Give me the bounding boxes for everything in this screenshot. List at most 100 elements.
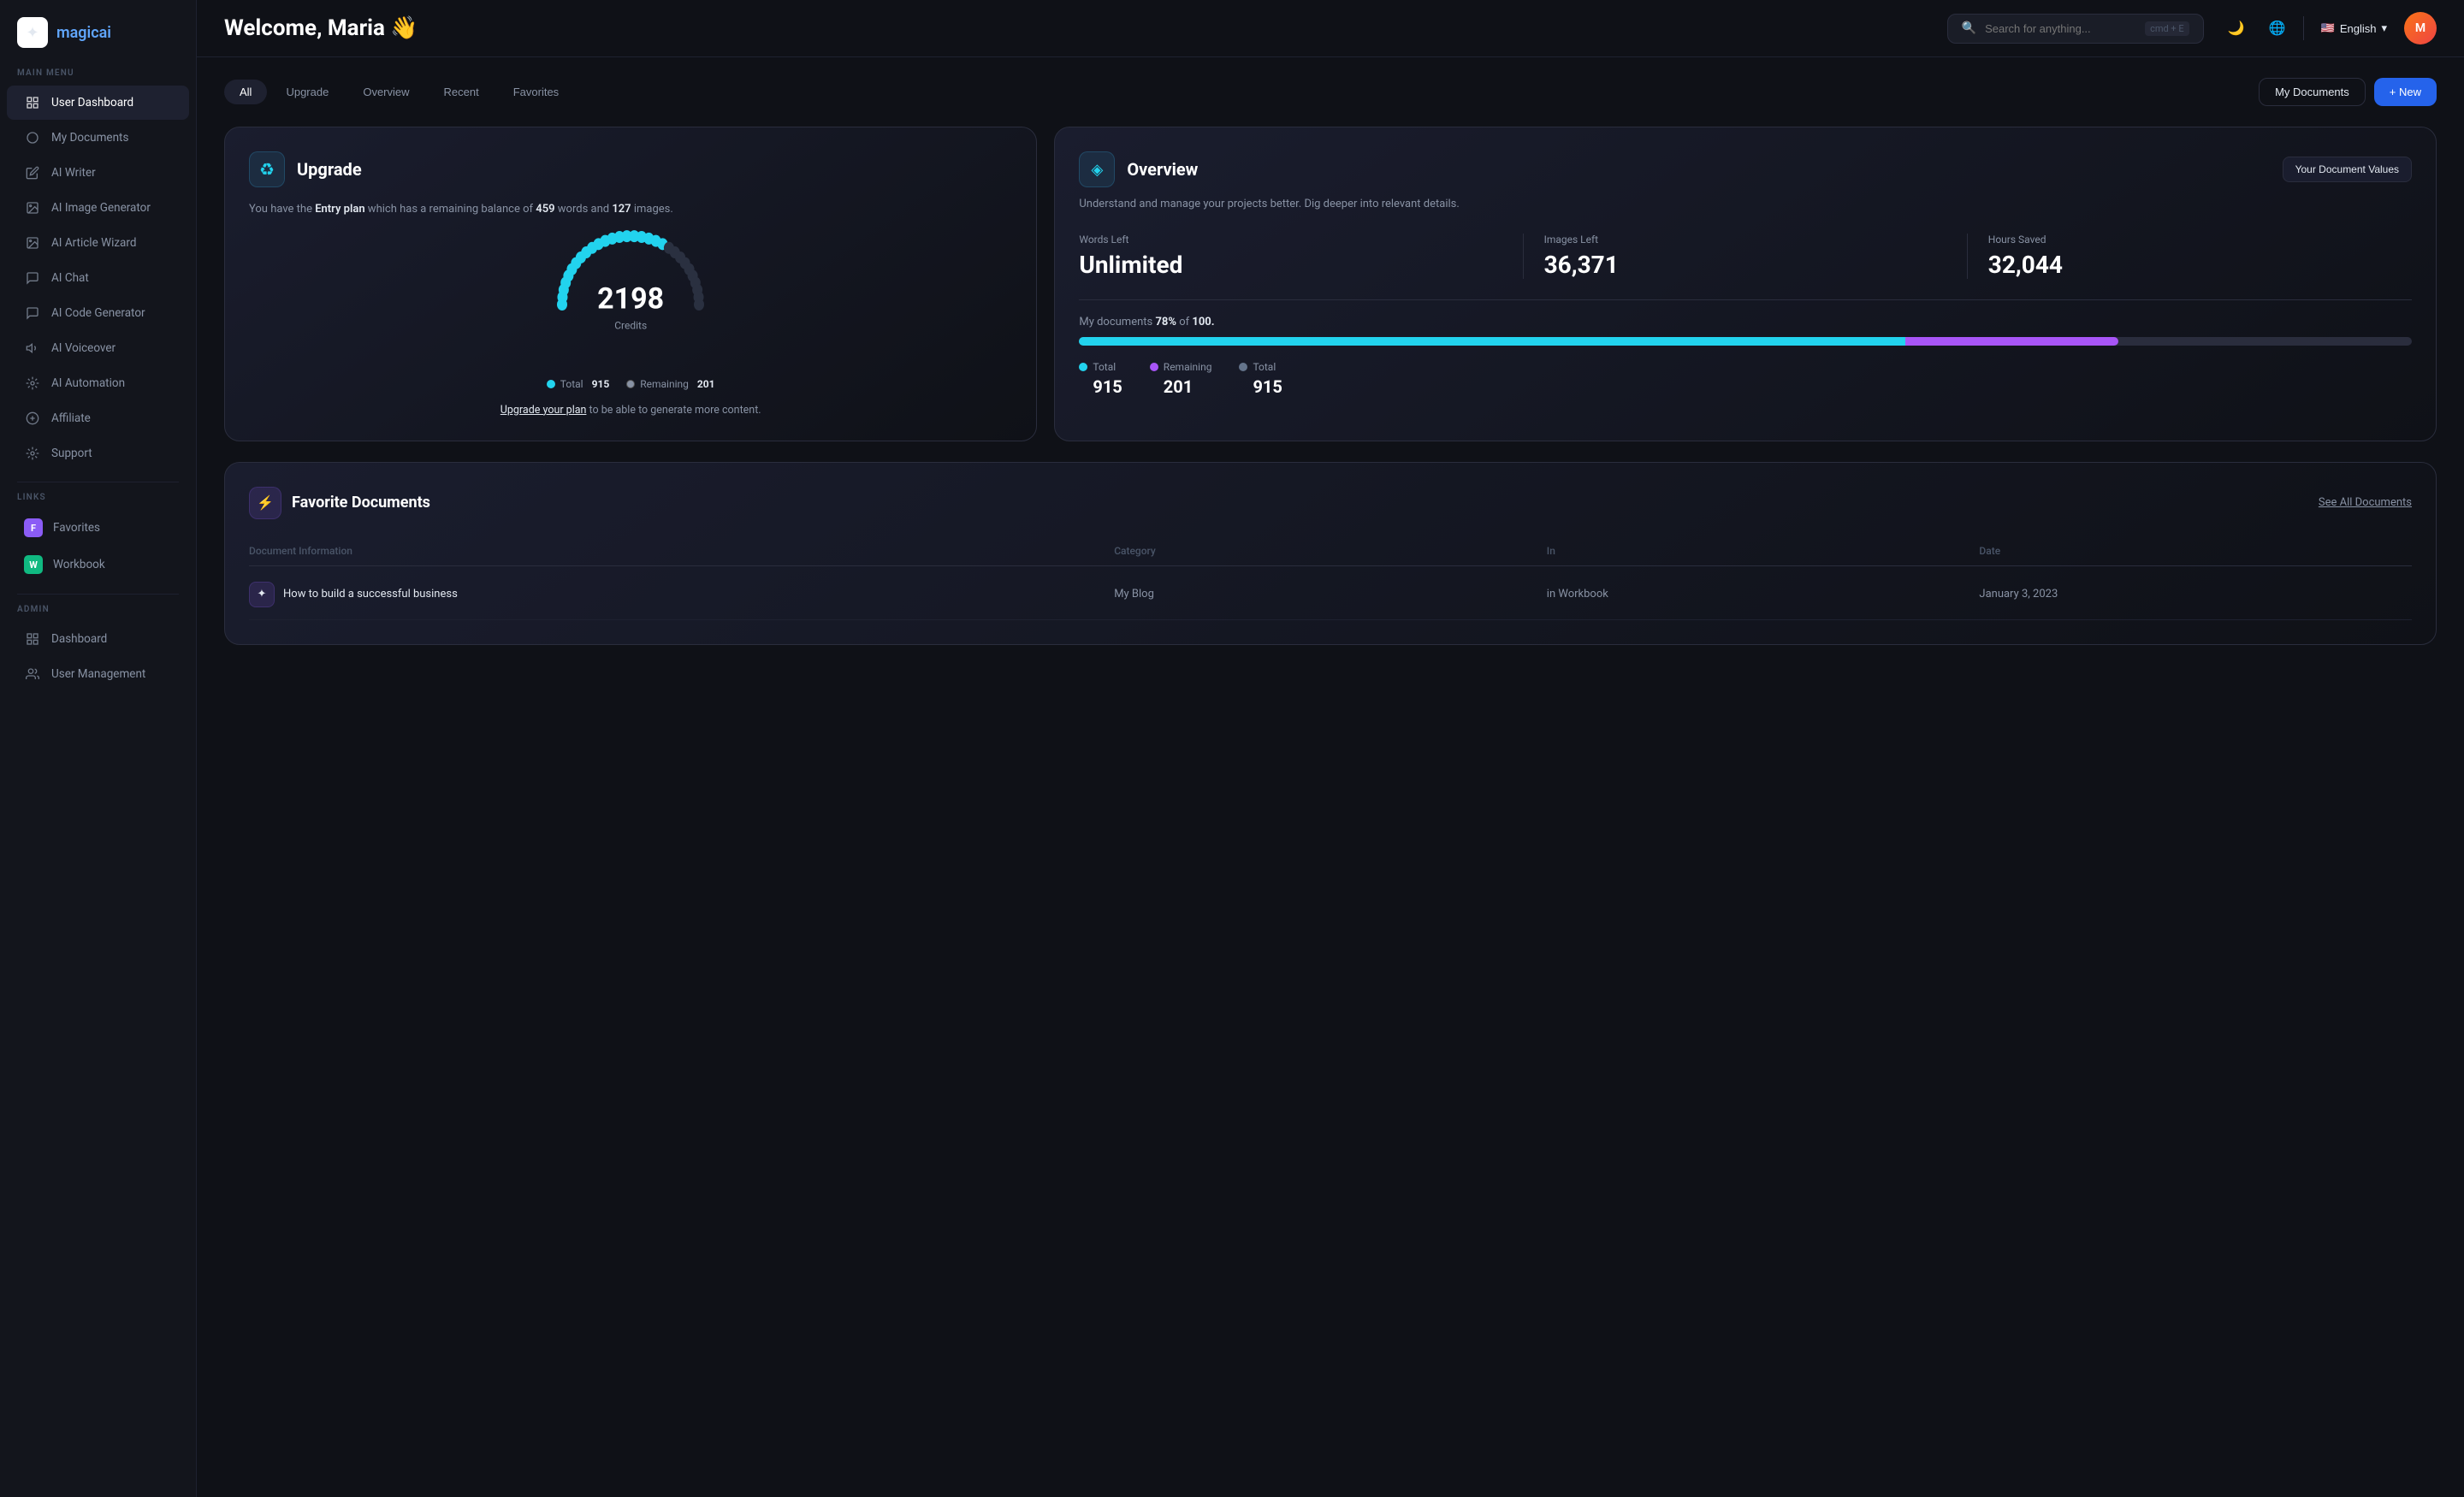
see-all-link[interactable]: See All Documents (2319, 496, 2412, 509)
col-in: In (1547, 545, 1980, 557)
prog-legend-total: Total 915 (1079, 361, 1122, 397)
search-input[interactable] (1985, 22, 2136, 35)
nav-label-support: Support (51, 447, 92, 460)
sidebar-link-workbook[interactable]: W Workbook (7, 547, 189, 583)
progress-fill-purple (1905, 337, 2118, 346)
nav-label-ai-article-wizard: AI Article Wizard (51, 236, 136, 250)
stat-words-label: Words Left (1079, 234, 1502, 246)
links-label: LINKS (0, 493, 196, 509)
new-button[interactable]: + New (2374, 78, 2437, 106)
language-button[interactable]: 🇺🇸 English ▾ (2314, 18, 2394, 38)
overview-divider (1079, 299, 2412, 300)
search-shortcut: cmd + E (2145, 21, 2189, 36)
sidebar-item-ai-code-generator[interactable]: AI Code Generator (7, 296, 189, 330)
admin-nav: Dashboard User Management (0, 621, 196, 692)
dark-mode-toggle[interactable]: 🌙 (2221, 13, 2252, 44)
admin-icon-user-management (24, 666, 41, 683)
tab-all[interactable]: All (224, 80, 267, 104)
sidebar-item-my-documents[interactable]: My Documents (7, 121, 189, 155)
doc-category: My Blog (1114, 588, 1547, 601)
sidebar-divider-2 (17, 594, 179, 595)
fav-docs-icon: ⚡ (249, 487, 281, 519)
overview-header: ◈ Overview Your Document Values (1079, 151, 2412, 187)
admin-item-user-management[interactable]: User Management (7, 657, 189, 691)
link-avatar-workbook: W (24, 555, 43, 574)
nav-icon-ai-chat (24, 269, 41, 287)
sidebar-item-ai-writer[interactable]: AI Writer (7, 156, 189, 190)
nav-label-affiliate: Affiliate (51, 411, 91, 425)
logo-icon: ✦ (17, 17, 48, 48)
overview-card: ◈ Overview Your Document Values Understa… (1054, 127, 2437, 441)
prog-dot-total (1079, 363, 1087, 371)
tab-recent[interactable]: Recent (429, 80, 495, 104)
nav-icon-ai-automation (24, 375, 41, 392)
sidebar-item-ai-image-generator[interactable]: AI Image Generator (7, 191, 189, 225)
credits-label: Credits (614, 319, 647, 331)
language-label: English (2340, 22, 2377, 35)
nav-icon-ai-article-wizard (24, 234, 41, 251)
globe-button[interactable]: 🌐 (2262, 13, 2293, 44)
admin-icon-dashboard (24, 630, 41, 648)
nav-label-user-dashboard: User Dashboard (51, 96, 133, 109)
chevron-down-icon: ▾ (2381, 21, 2387, 35)
nav-label-ai-voiceover: AI Voiceover (51, 341, 116, 355)
overview-header-left: ◈ Overview (1079, 151, 1198, 187)
nav-icon-ai-voiceover (24, 340, 41, 357)
user-avatar[interactable]: M (2404, 12, 2437, 44)
link-avatar-favorites: F (24, 518, 43, 537)
tab-overview[interactable]: Overview (347, 80, 424, 104)
upgrade-your-plan-link[interactable]: Upgrade your plan (500, 404, 587, 417)
table-row[interactable]: ✦ How to build a successful business My … (249, 570, 2412, 620)
tab-favorites[interactable]: Favorites (498, 80, 574, 104)
nav-icon-user-dashboard (24, 94, 41, 111)
upgrade-link-text: Upgrade your plan to be able to generate… (249, 404, 1012, 417)
col-date: Date (1979, 545, 2412, 557)
doc-name-cell: ✦ How to build a successful business (249, 582, 1114, 607)
sidebar-item-ai-automation[interactable]: AI Automation (7, 366, 189, 400)
progress-fill-cyan (1079, 337, 1905, 346)
tab-upgrade[interactable]: Upgrade (270, 80, 344, 104)
table-header: Document Information Category In Date (249, 536, 2412, 566)
stat-images-left: Images Left 36,371 (1524, 234, 1968, 279)
sidebar-item-affiliate[interactable]: Affiliate (7, 401, 189, 435)
progress-legend: Total 915 Remaining 201 (1079, 361, 2412, 397)
doc-values-button[interactable]: Your Document Values (2283, 157, 2412, 182)
content-area: AllUpgradeOverviewRecentFavorites My Doc… (197, 57, 2464, 1497)
prog-label-total2: Total (1253, 361, 1276, 373)
nav-icon-ai-writer (24, 164, 41, 181)
admin-item-dashboard[interactable]: Dashboard (7, 622, 189, 656)
brand-name: magicai (56, 24, 111, 42)
overview-title: Overview (1127, 159, 1198, 180)
prog-legend-total2: Total 915 (1239, 361, 1282, 397)
sidebar-item-ai-voiceover[interactable]: AI Voiceover (7, 331, 189, 365)
stat-images-value: 36,371 (1544, 251, 1946, 279)
link-label-workbook: Workbook (53, 558, 105, 571)
nav-label-ai-code-generator: AI Code Generator (51, 306, 145, 320)
cards-row: ♻ Upgrade You have the Entry plan which … (224, 127, 2437, 441)
nav-label-ai-writer: AI Writer (51, 166, 96, 180)
credits-circle: 2198 Credits Total 915 Remaining (249, 236, 1012, 390)
upgrade-icon: ♻ (249, 151, 285, 187)
overview-icon: ◈ (1079, 151, 1115, 187)
sidebar-link-favorites[interactable]: FFavorites (7, 510, 189, 546)
sidebar-item-ai-article-wizard[interactable]: AI Article Wizard (7, 226, 189, 260)
stats-row: Words Left Unlimited Images Left 36,371 … (1079, 234, 2412, 279)
credits-number: 2198 (597, 281, 664, 316)
admin-label-dashboard: Dashboard (51, 632, 107, 646)
sidebar-item-support[interactable]: Support (7, 436, 189, 470)
header-actions: 🌙 🌐 🇺🇸 English ▾ M (2221, 12, 2437, 44)
col-category: Category (1114, 545, 1547, 557)
nav-icon-ai-code-generator (24, 305, 41, 322)
nav-label-ai-automation: AI Automation (51, 376, 125, 390)
sidebar-item-ai-chat[interactable]: AI Chat (7, 261, 189, 295)
upgrade-card-header: ♻ Upgrade (249, 151, 1012, 187)
nav-icon-my-documents (24, 129, 41, 146)
brand-logo[interactable]: ✦ magicai (0, 17, 196, 68)
my-documents-button[interactable]: My Documents (2259, 78, 2366, 106)
tab-bar-right: My Documents + New (2259, 78, 2437, 106)
stat-words-value: Unlimited (1079, 251, 1502, 279)
search-bar[interactable]: 🔍 cmd + E (1947, 14, 2204, 44)
stat-hours-saved: Hours Saved 32,044 (1968, 234, 2412, 279)
language-flag: 🇺🇸 (2321, 21, 2335, 35)
sidebar-item-user-dashboard[interactable]: User Dashboard (7, 86, 189, 120)
